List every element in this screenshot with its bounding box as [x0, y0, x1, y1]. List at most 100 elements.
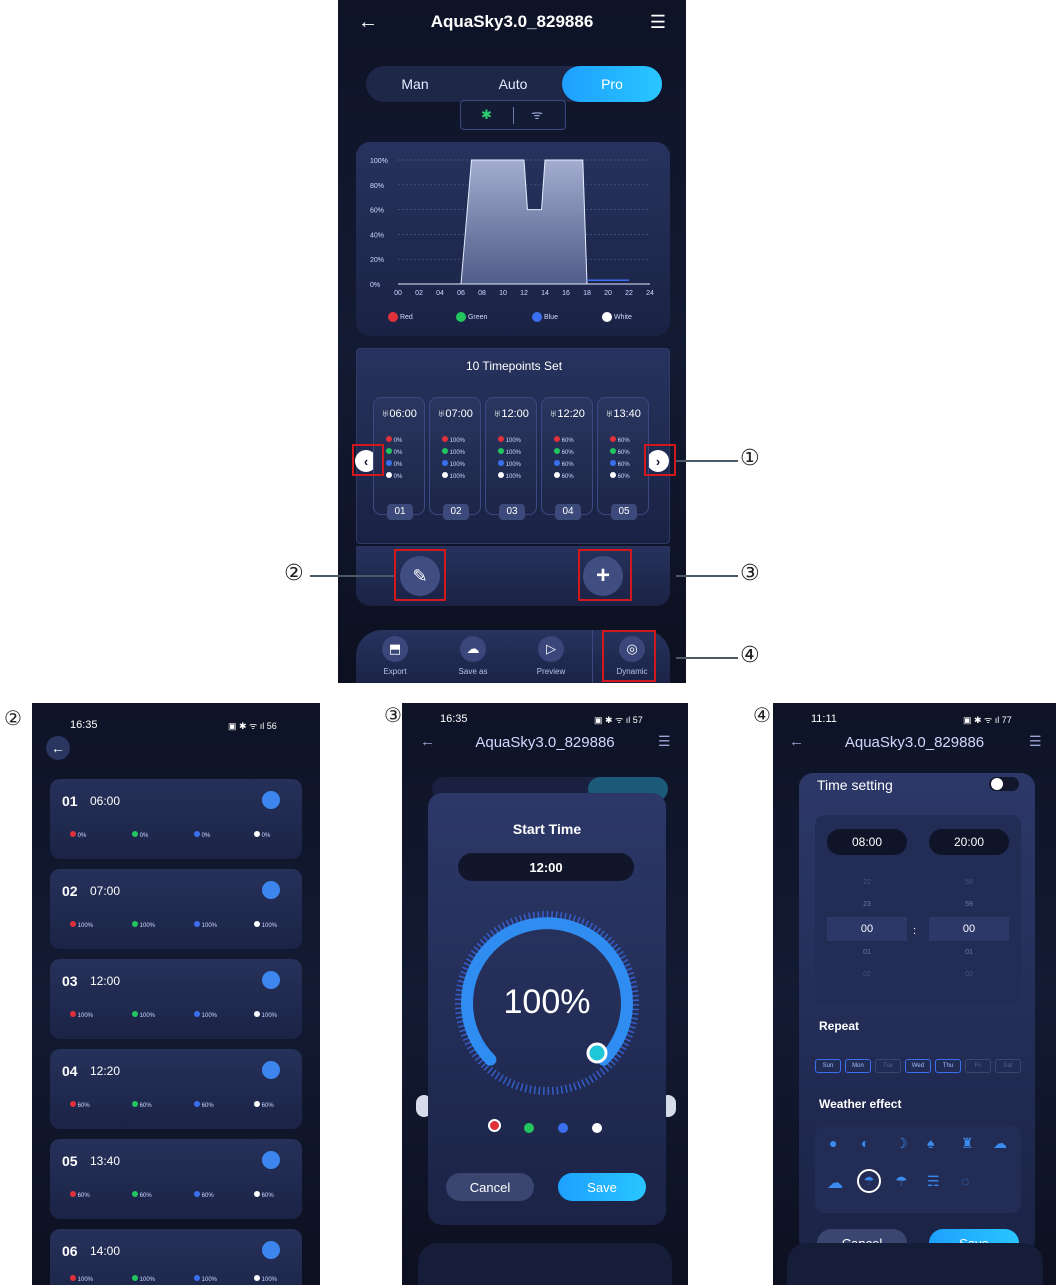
cancel-button[interactable]: Cancel — [446, 1173, 534, 1201]
channel-green-dot[interactable] — [524, 1123, 534, 1133]
row-green: 60% — [132, 1191, 152, 1199]
row-green: 100% — [132, 1275, 155, 1283]
timepoint-card[interactable]: ♅13:40 60% 60% 60% 60% 05 — [597, 397, 649, 520]
x-tick-label: 20 — [604, 290, 612, 297]
white-dot — [254, 921, 260, 927]
row-time: 07:00 — [90, 884, 121, 898]
row-select-toggle[interactable] — [262, 881, 280, 899]
row-select-toggle[interactable] — [262, 1241, 280, 1259]
row-select-toggle[interactable] — [262, 1151, 280, 1169]
timepoint-index: 02 — [443, 504, 469, 520]
mode-tab-man[interactable]: Man — [366, 66, 464, 102]
timepoint-row[interactable]: 01 06:00 0% 0% 0% 0% — [50, 779, 302, 859]
x-tick-label: 08 — [478, 290, 486, 297]
channel-blue-dot[interactable] — [558, 1123, 568, 1133]
timepoint-time-text: 12:00 — [501, 408, 529, 420]
time-setting-toggle[interactable] — [989, 777, 1019, 791]
cloud-icon[interactable]: ☁ — [827, 1173, 843, 1193]
legend-green-label: Green — [467, 313, 488, 321]
day-wed[interactable]: Wed — [905, 1059, 931, 1073]
timepoints-title: 10 Timepoints Set — [465, 359, 563, 373]
callout-line-3 — [676, 575, 738, 577]
menu-icon[interactable]: ☰ — [658, 733, 671, 750]
row-select-toggle[interactable] — [262, 791, 280, 809]
cloud-moon-icon[interactable]: ☁ — [993, 1135, 1007, 1152]
row-select-toggle[interactable] — [262, 971, 280, 989]
channel-red-dot[interactable] — [488, 1119, 501, 1132]
mode-tab-pro[interactable]: Pro — [562, 66, 662, 102]
timepoint-row[interactable]: 04 12:20 60% 60% 60% 60% — [50, 1049, 302, 1129]
y-tick-label: 0% — [370, 282, 380, 289]
start-time-field[interactable]: 08:00 — [827, 829, 907, 855]
channel-white-dot[interactable] — [592, 1123, 602, 1133]
row-blue-value: 60% — [201, 1103, 214, 1109]
timepoint-blue: 100% — [498, 460, 521, 468]
back-arrow-icon[interactable]: ← — [46, 736, 70, 760]
day-fri[interactable]: Fri — [965, 1059, 991, 1073]
row-blue: 0% — [194, 831, 210, 839]
day-sun[interactable]: Sun — [815, 1059, 841, 1073]
x-tick-label: 02 — [415, 290, 423, 297]
menu-icon[interactable]: ☰ — [646, 12, 670, 32]
moon-icon[interactable]: ☽ — [895, 1135, 908, 1152]
menu-icon[interactable]: ☰ — [1029, 733, 1042, 750]
tab-export[interactable]: ⬒ Export — [370, 636, 420, 676]
thunderstorm-icon[interactable]: ☂ — [857, 1169, 881, 1193]
dimmed-bottom-bar — [787, 1243, 1043, 1285]
row-blue: 100% — [194, 1011, 217, 1019]
timepoint-row[interactable]: 06 14:00 100% 100% 100% 100% — [50, 1229, 302, 1285]
panel-3-screen: 16:35 ▣ ✱ ᯤ ıl 57 ← AquaSky3.0_829886 ☰ … — [402, 703, 688, 1285]
x-tick-label: 04 — [436, 290, 444, 297]
tab-save-as-label: Save as — [458, 667, 488, 676]
tab-save-as[interactable]: ☁ Save as — [448, 636, 498, 676]
timepoint-red: 0% — [386, 436, 402, 444]
minute-option: 58 — [965, 879, 973, 886]
wind-icon[interactable]: ☴ — [927, 1173, 940, 1190]
hour-picker[interactable]: 22 23 00 01 02 — [827, 873, 907, 1003]
light-schedule-chart: 100% 80% 60% 40% 20% 0% 00 02 04 06 08 10 12 14 16 18 20… — [370, 158, 654, 297]
timepoint-card[interactable]: ♅07:00 100% 100% 100% 100% 02 — [429, 397, 481, 520]
white-dot — [254, 1275, 260, 1281]
timepoint-green: 60% — [610, 448, 630, 456]
hour-option-selected: 00 — [827, 917, 907, 941]
timepoint-time-text: 13:40 — [613, 408, 641, 420]
red-dot — [70, 831, 76, 837]
sunrise-icon[interactable]: ♠ — [927, 1135, 934, 1151]
timepoint-card[interactable]: ♅12:00 100% 100% 100% 100% 03 — [485, 397, 537, 520]
time-field[interactable]: 12:00 — [458, 853, 634, 881]
save-button[interactable]: Save — [558, 1173, 646, 1201]
status-icons: ▣ ✱ ᯤ ıl 56 — [228, 721, 277, 731]
row-red: 60% — [70, 1101, 90, 1109]
row-index: 04 — [62, 1063, 78, 1079]
mode-tab-auto[interactable]: Auto — [464, 66, 562, 102]
sunny-icon[interactable]: ● — [829, 1135, 837, 1151]
row-red-value: 60% — [77, 1103, 90, 1109]
timepoint-green-value: 100% — [449, 450, 466, 456]
timepoint-row[interactable]: 05 13:40 60% 60% 60% 60% — [50, 1139, 302, 1219]
random-icon[interactable]: ◌ — [961, 1173, 969, 1189]
dial-knob[interactable] — [586, 1042, 608, 1064]
legend-green: Green — [456, 312, 487, 322]
lamp-icon[interactable]: ♜ — [961, 1135, 974, 1152]
timepoint-row[interactable]: 03 12:00 100% 100% 100% 100% — [50, 959, 302, 1039]
timepoint-row[interactable]: 02 07:00 100% 100% 100% 100% — [50, 869, 302, 949]
tab-divider — [592, 630, 593, 683]
rain-icon[interactable]: ☂ — [895, 1173, 908, 1190]
green-dot — [132, 831, 138, 837]
day-sat[interactable]: Sat — [995, 1059, 1021, 1073]
timepoint-card[interactable]: ♅12:20 60% 60% 60% 60% 04 — [541, 397, 593, 520]
row-time: 06:00 — [90, 794, 121, 808]
timepoint-white-value: 60% — [617, 474, 630, 480]
row-white: 100% — [254, 921, 277, 929]
day-mon[interactable]: Mon — [845, 1059, 871, 1073]
end-time-field[interactable]: 20:00 — [929, 829, 1009, 855]
tab-preview[interactable]: ▷ Preview — [526, 636, 576, 676]
day-thu[interactable]: Thu — [935, 1059, 961, 1073]
blue-dot — [194, 1191, 200, 1197]
row-select-toggle[interactable] — [262, 1061, 280, 1079]
day-tue[interactable]: Tue — [875, 1059, 901, 1073]
y-tick-label: 40% — [370, 232, 384, 239]
partly-sunny-icon[interactable]: ◐ — [861, 1135, 869, 1151]
minute-picker[interactable]: 58 59 00 01 02 — [929, 873, 1009, 1003]
blue-dot — [194, 831, 200, 837]
